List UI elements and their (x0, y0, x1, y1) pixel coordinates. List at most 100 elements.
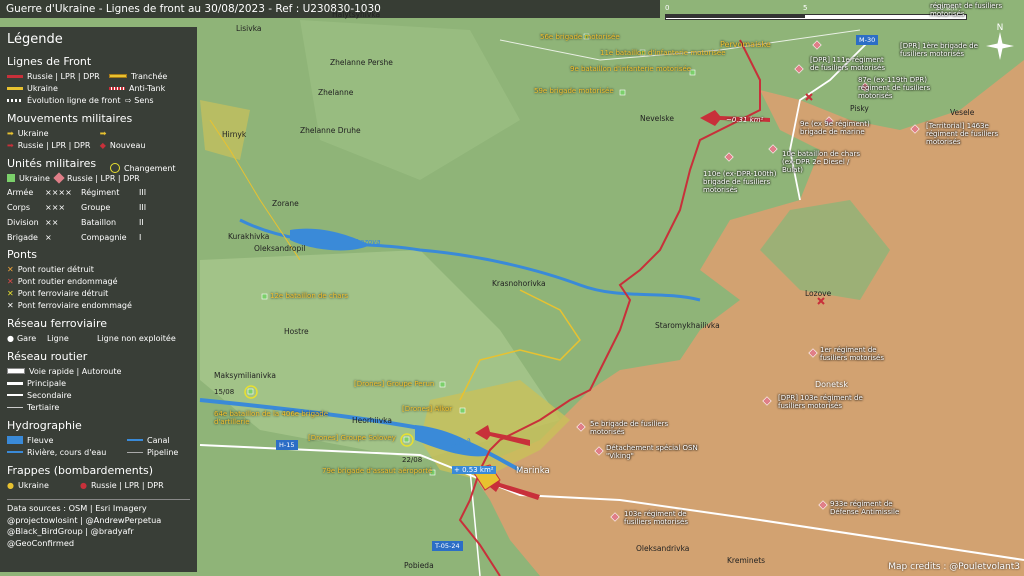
legend-roads-heading: Réseau routier (7, 350, 88, 363)
legend-hydro-stream: Rivière, cours d'eau (27, 447, 107, 457)
source-line: @GeoConfirmed (7, 537, 75, 548)
ukraine-unit-label: 12e bataillon de chars (270, 292, 349, 300)
legend-front-ukraine: Ukraine (27, 83, 58, 93)
legend-hydro-pipeline: Pipeline (147, 447, 179, 457)
ukraine-unit-label: 9e bataillon d'infanterie motorisée (570, 65, 692, 73)
ukraine-unit-marker (261, 293, 268, 300)
town-label: Kreminets (727, 556, 766, 565)
sources-block: Data sources : OSM | Esri Imagery @proje… (7, 499, 190, 549)
legend-hydro-heading: Hydrographie (7, 419, 82, 432)
russia-unit-label: 933e régiment de Défense Antimissile (830, 500, 900, 516)
ukraine-unit-marker (439, 381, 446, 388)
pipeline-swatch (127, 451, 143, 453)
road-bridge-damaged-icon: ✕ (7, 276, 14, 286)
river-swatch (7, 436, 23, 444)
size-symbol: II (139, 218, 144, 227)
russia-line-swatch (7, 74, 23, 78)
russia-unit-label: 5e brigade de fusiliers motorisés (590, 420, 669, 436)
town-label: Halytsynivka (332, 10, 381, 19)
legend-bridge-road-damaged: Pont routier endommagé (17, 276, 118, 286)
road-shield: H-15 (276, 440, 298, 450)
town-label: Maksymilianivka (214, 371, 276, 380)
ukraine-unit-label: [Drones] Groupe Solovey (308, 434, 396, 442)
town-label: Zhelanne Druhe (300, 126, 361, 135)
station-dot-icon: ● (7, 333, 14, 343)
stream-swatch (7, 451, 23, 453)
ukraine-line-swatch (7, 86, 23, 90)
canal-swatch (127, 439, 143, 441)
evolution-swatch (7, 98, 23, 102)
antitank-swatch (109, 86, 125, 90)
legend-hydro-river: Fleuve (27, 435, 54, 445)
town-label: Krasnohorivka (492, 279, 546, 288)
size-symbol: × (45, 233, 52, 242)
legend-unit-russia: Russie | LPR | DPR (67, 173, 140, 183)
ukraine-unit-label: 64e bataillon de la 406e brigade d'artil… (214, 410, 329, 426)
date-label: 15/08 (214, 388, 235, 396)
rail-bridge-destroyed-icon: ✕ (7, 288, 14, 298)
town-label: Hostre (284, 327, 309, 336)
tertiary-road-swatch (7, 406, 23, 408)
ukraine-unit-marker (403, 436, 410, 443)
russia-unit-label: 103e régiment de fusiliers motorisés (624, 510, 688, 526)
ukraine-unit-label: [Drones] Alkor (402, 405, 453, 413)
legend-bridge-road-destroyed: Pont routier détruit (17, 264, 94, 274)
russia-unit-label: 10e bataillon de chars (ex-DPR 2e Diesel… (782, 150, 861, 174)
source-line: @projectowlosint | @AndrewPerpetua (7, 514, 162, 525)
legend-front-russia: Russie | LPR | DPR (27, 71, 100, 81)
legend-rail-line: Ligne (46, 333, 69, 343)
legend-road-secondary: Secondaire (27, 390, 72, 400)
legend-evolution: Évolution ligne de front (27, 95, 121, 105)
russia-unit-label: 110e (ex-DPR-100th) brigade de fusiliers… (703, 170, 777, 194)
size-symbol: I (139, 233, 142, 242)
map-credits: Map credits : @Pouletvolant3 (888, 562, 1020, 572)
legend-unit-ukraine: Ukraine (19, 173, 50, 183)
size-label: Compagnie (81, 233, 127, 242)
ukraine-unit-marker (619, 89, 626, 96)
ukraine-unit-label: 59e brigade motorisée (534, 87, 614, 95)
legend-road-tertiary: Tertiaire (27, 402, 60, 412)
size-label: Brigade (7, 233, 38, 242)
legend-movements-heading: Mouvements militaires (7, 112, 133, 125)
legend-rail-unused: Ligne non exploitée (96, 333, 176, 343)
road-bridge-destroyed-icon: ✕ (7, 264, 14, 274)
new-marker-icon: ◆ (99, 140, 106, 150)
town-label: Heorhiivka (352, 416, 392, 425)
ukraine-unit-label: 56e brigade motorisée (540, 33, 620, 41)
russia-strike-icon: ● (79, 480, 87, 490)
gain-label: + 0.53 km² (452, 466, 496, 474)
river-label: Lozova (356, 238, 381, 246)
new-arrow-icon: ➡ (99, 128, 107, 138)
legend-panel: Légende Lignes de Front Russie | LPR | D… (0, 27, 197, 572)
ukraine-unit-label: 79e brigade d'assaut aéroporté (322, 467, 433, 475)
legend-bridge-rail-destroyed: Pont ferroviaire détruit (17, 288, 109, 298)
ukraine-arrow-icon: ➡ (7, 128, 14, 138)
size-symbol: ×××× (45, 188, 72, 197)
date-label: 22/08 (402, 456, 423, 464)
legend-bridges-heading: Ponts (7, 248, 37, 261)
legend-road-main: Principale (27, 378, 67, 388)
legend-trench: Tranchée (131, 71, 168, 81)
town-label: Zhelanne Pershe (330, 58, 393, 67)
size-label: Groupe (81, 203, 111, 212)
size-label: Division (7, 218, 39, 227)
gain-label: ~0.31 km² (726, 116, 764, 124)
source-line: Data sources : OSM | Esri Imagery (7, 503, 147, 513)
ukraine-unit-swatch (7, 174, 15, 182)
legend-rail-station: Gare (16, 333, 37, 343)
russia-unit-label: Détachement spécial OSN "Viking" (606, 444, 698, 460)
legend-title: Légende (7, 32, 63, 47)
size-symbol: III (139, 188, 147, 197)
town-label: Pobieda (404, 561, 434, 570)
ukraine-unit-marker (247, 388, 254, 395)
town-label: Staromykhailivka (655, 321, 720, 330)
town-label-donetsk: Donetsk (815, 380, 848, 389)
russia-unit-label: 87e (ex-119th DPR) régiment de fusiliers… (858, 76, 931, 100)
scale-label-0: 0 (665, 4, 670, 12)
legend-strike-russia: Russie | LPR | DPR (90, 480, 164, 490)
russia-arrow-icon: ➡ (7, 140, 14, 150)
scale-bar: 0 5 10 km (665, 4, 967, 20)
town-label: Kurakhivka (228, 232, 270, 241)
source-line: @Black_BirdGroup | @bradyafr (7, 526, 134, 536)
town-label: Oleksandropil (254, 244, 306, 253)
